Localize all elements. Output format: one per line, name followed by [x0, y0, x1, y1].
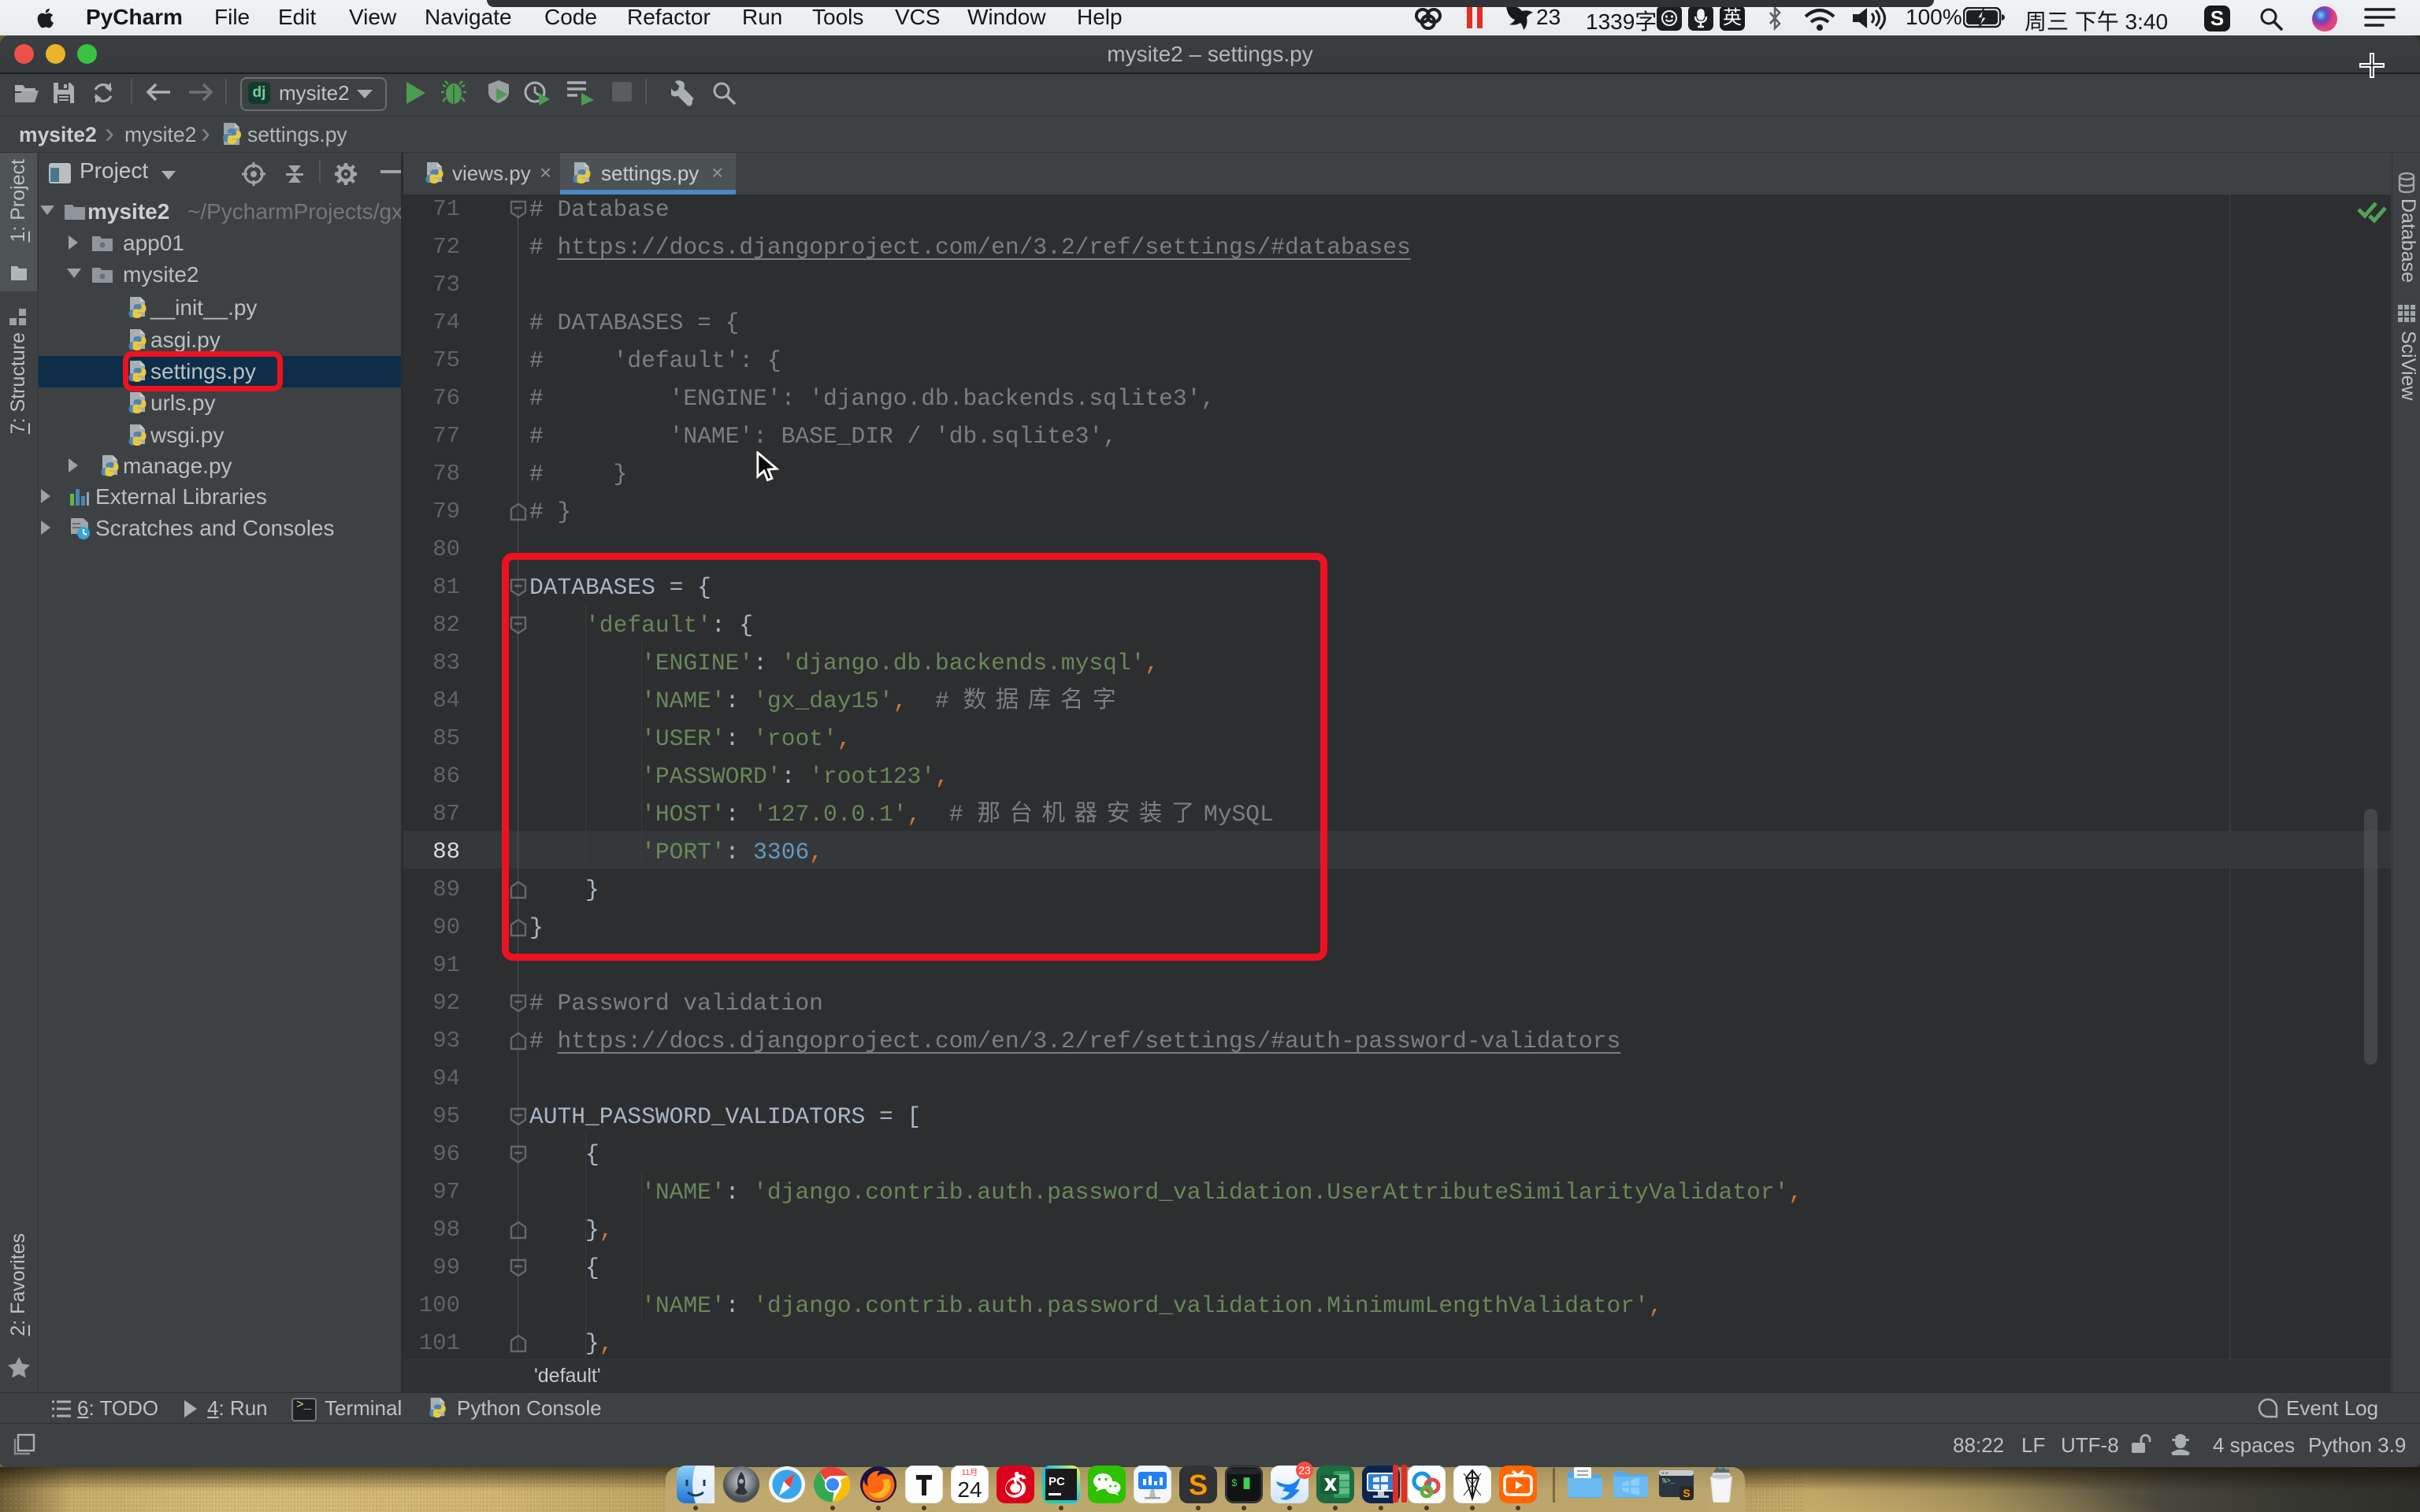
- svg-text:%>_: %>_: [1662, 1477, 1676, 1485]
- svg-text:24: 24: [957, 1477, 982, 1502]
- svg-text:S: S: [1683, 1487, 1690, 1499]
- svg-text:11月: 11月: [962, 1468, 978, 1477]
- svg-text:PC: PC: [1049, 1475, 1065, 1488]
- svg-text:S: S: [1189, 1469, 1208, 1501]
- svg-text:$ █: $ █: [1231, 1477, 1250, 1489]
